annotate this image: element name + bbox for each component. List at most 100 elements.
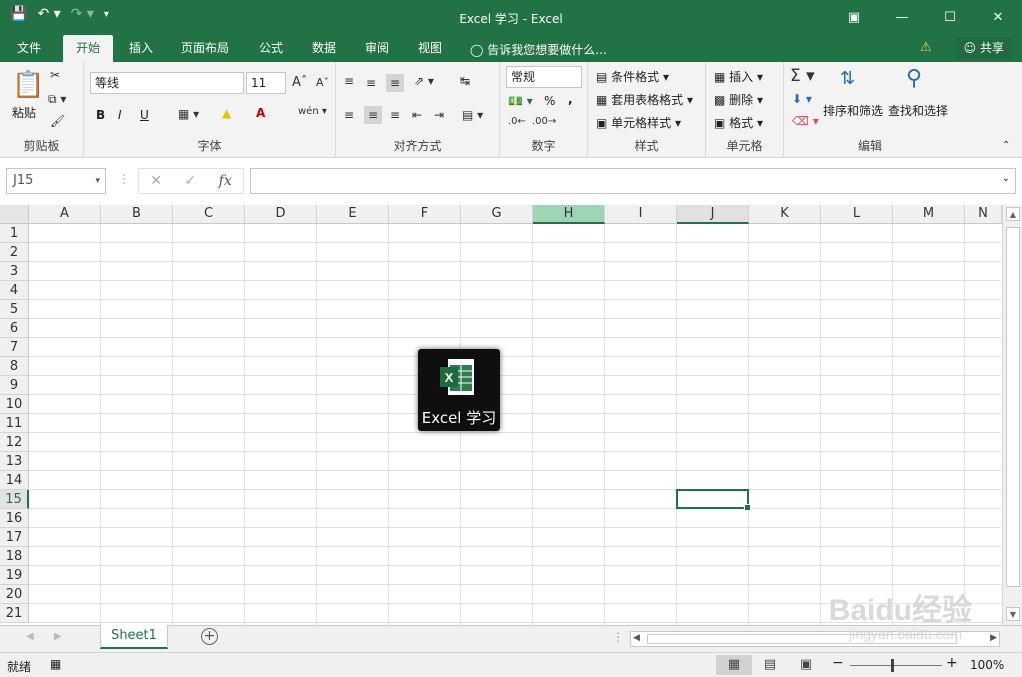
cell-styles-button[interactable]: ▣ 单元格样式 ▾ (596, 114, 681, 131)
tab-splitter-icon[interactable]: ⋮ (612, 630, 624, 644)
column-header-h[interactable]: H (533, 205, 605, 224)
format-as-table-button[interactable]: ▦ 套用表格格式 ▾ (596, 91, 693, 108)
row-header-9[interactable]: 9 (0, 376, 29, 395)
ribbon-display-icon[interactable]: ▣ (830, 0, 878, 35)
zoom-in-icon[interactable]: + (946, 655, 958, 671)
select-all-corner[interactable] (0, 205, 29, 224)
row-header-17[interactable]: 17 (0, 528, 29, 547)
column-header-g[interactable]: G (461, 205, 533, 224)
prev-sheet-icon[interactable]: ◀ (26, 631, 34, 642)
page-break-view-icon[interactable]: ▣ (788, 655, 824, 675)
paste-button[interactable]: 粘贴 (12, 104, 36, 121)
zoom-out-icon[interactable]: − (832, 655, 844, 671)
align-left-icon[interactable]: ≡ (344, 108, 354, 122)
row-header-18[interactable]: 18 (0, 547, 29, 566)
tab-data[interactable]: 数据 (303, 35, 345, 62)
find-select-icon[interactable]: ⚲ (906, 66, 922, 91)
desktop-shortcut[interactable]: X Excel 学习 (418, 349, 500, 431)
shrink-font-icon[interactable]: Aˇ (316, 76, 329, 89)
tell-me-search[interactable]: ◯ 告诉我您想要做什么... (470, 41, 607, 58)
row-header-12[interactable]: 12 (0, 433, 29, 452)
macro-record-icon[interactable]: ▦ (50, 657, 61, 671)
bottom-align-icon[interactable]: ≡ (386, 74, 405, 92)
copy-icon[interactable]: ⧉ ▾ (48, 92, 66, 107)
borders-icon[interactable]: ▦ ▾ (178, 107, 199, 121)
active-cell[interactable] (676, 489, 751, 511)
vertical-scroll-thumb[interactable] (1006, 227, 1020, 587)
grow-font-icon[interactable]: Aˆ (292, 75, 307, 90)
sort-filter-icon[interactable]: ⇅ (840, 68, 855, 89)
decrease-decimal-icon[interactable]: .00→ (532, 116, 556, 127)
decrease-indent-icon[interactable]: ⇤ (412, 108, 422, 122)
row-header-19[interactable]: 19 (0, 566, 29, 585)
column-header-n[interactable]: N (965, 205, 1002, 224)
bold-button[interactable]: B (96, 108, 105, 122)
tab-page-layout[interactable]: 页面布局 (172, 35, 238, 62)
row-header-8[interactable]: 8 (0, 357, 29, 376)
add-sheet-icon[interactable]: + (201, 628, 218, 645)
scroll-up-icon[interactable]: ▲ (1006, 207, 1020, 221)
tab-file[interactable]: 文件 (8, 35, 50, 62)
zoom-slider-thumb[interactable] (891, 659, 894, 672)
next-sheet-icon[interactable]: ▶ (54, 631, 62, 642)
italic-button[interactable]: I (118, 108, 122, 122)
row-header-5[interactable]: 5 (0, 300, 29, 319)
share-button[interactable]: ☺ 共享 (955, 37, 1012, 59)
vertical-scrollbar[interactable]: ▲ ▼ (1002, 205, 1022, 625)
tab-home[interactable]: 开始 (63, 35, 113, 62)
formula-bar-handle-icon[interactable]: ⋮ (118, 172, 130, 186)
paste-icon[interactable]: 📋 (12, 70, 44, 100)
formula-input[interactable]: ⌄ (250, 168, 1016, 194)
name-box[interactable]: J15 ▾ (6, 168, 106, 194)
insert-function-button[interactable]: fx (219, 173, 232, 189)
row-header-7[interactable]: 7 (0, 338, 29, 357)
sheet-tab[interactable]: Sheet1 (100, 625, 168, 649)
maximize-icon[interactable]: ☐ (926, 0, 974, 35)
row-header-3[interactable]: 3 (0, 262, 29, 281)
row-header-16[interactable]: 16 (0, 509, 29, 528)
page-layout-view-icon[interactable]: ▤ (752, 655, 788, 675)
column-header-e[interactable]: E (317, 205, 389, 224)
collapse-ribbon-icon[interactable]: ⌃ (1002, 140, 1010, 151)
conditional-format-button[interactable]: ▤ 条件格式 ▾ (596, 68, 669, 85)
comma-button[interactable]: , (568, 92, 573, 106)
column-header-k[interactable]: K (749, 205, 821, 224)
percent-button[interactable]: % (544, 94, 555, 108)
tab-view[interactable]: 视图 (409, 35, 451, 62)
cancel-icon[interactable]: ✕ (150, 173, 162, 189)
column-header-b[interactable]: B (101, 205, 173, 224)
font-color-icon[interactable]: A (256, 106, 265, 120)
orientation-icon[interactable]: ⇗ ▾ (414, 74, 434, 88)
row-header-4[interactable]: 4 (0, 281, 29, 300)
align-right-icon[interactable]: ≡ (390, 108, 400, 122)
sort-filter-button[interactable]: 排序和筛选 (823, 102, 883, 119)
format-painter-icon[interactable]: 🖌 (50, 114, 65, 128)
top-align-icon[interactable]: ≡ (344, 74, 354, 88)
close-icon[interactable]: ✕ (974, 0, 1022, 35)
autosum-icon[interactable]: Σ ▾ (790, 66, 815, 86)
column-header-i[interactable]: I (605, 205, 677, 224)
row-header-10[interactable]: 10 (0, 395, 29, 414)
enter-icon[interactable]: ✓ (184, 173, 196, 189)
font-name-select[interactable]: 等线 (90, 72, 244, 94)
font-size-select[interactable]: 11 (246, 72, 286, 94)
scroll-left-icon[interactable]: ◀ (633, 633, 640, 643)
format-cells-button[interactable]: ▣ 格式 ▾ (714, 114, 763, 131)
wrap-text-icon[interactable]: ↹ (460, 74, 470, 88)
column-header-m[interactable]: M (893, 205, 965, 224)
expand-formula-icon[interactable]: ⌄ (1002, 173, 1010, 184)
tab-formulas[interactable]: 公式 (250, 35, 292, 62)
tab-insert[interactable]: 插入 (120, 35, 162, 62)
scroll-down-icon[interactable]: ▼ (1006, 607, 1020, 621)
increase-indent-icon[interactable]: ⇥ (434, 108, 444, 122)
row-header-20[interactable]: 20 (0, 585, 29, 604)
row-header-14[interactable]: 14 (0, 471, 29, 490)
row-header-21[interactable]: 21 (0, 604, 29, 623)
underline-button[interactable]: U (140, 108, 149, 122)
merge-center-icon[interactable]: ▤ ▾ (462, 108, 483, 122)
column-header-l[interactable]: L (821, 205, 893, 224)
column-header-a[interactable]: A (29, 205, 101, 224)
scroll-right-icon[interactable]: ▶ (990, 633, 997, 643)
fill-color-icon[interactable]: ▲ (222, 106, 231, 120)
row-header-13[interactable]: 13 (0, 452, 29, 471)
